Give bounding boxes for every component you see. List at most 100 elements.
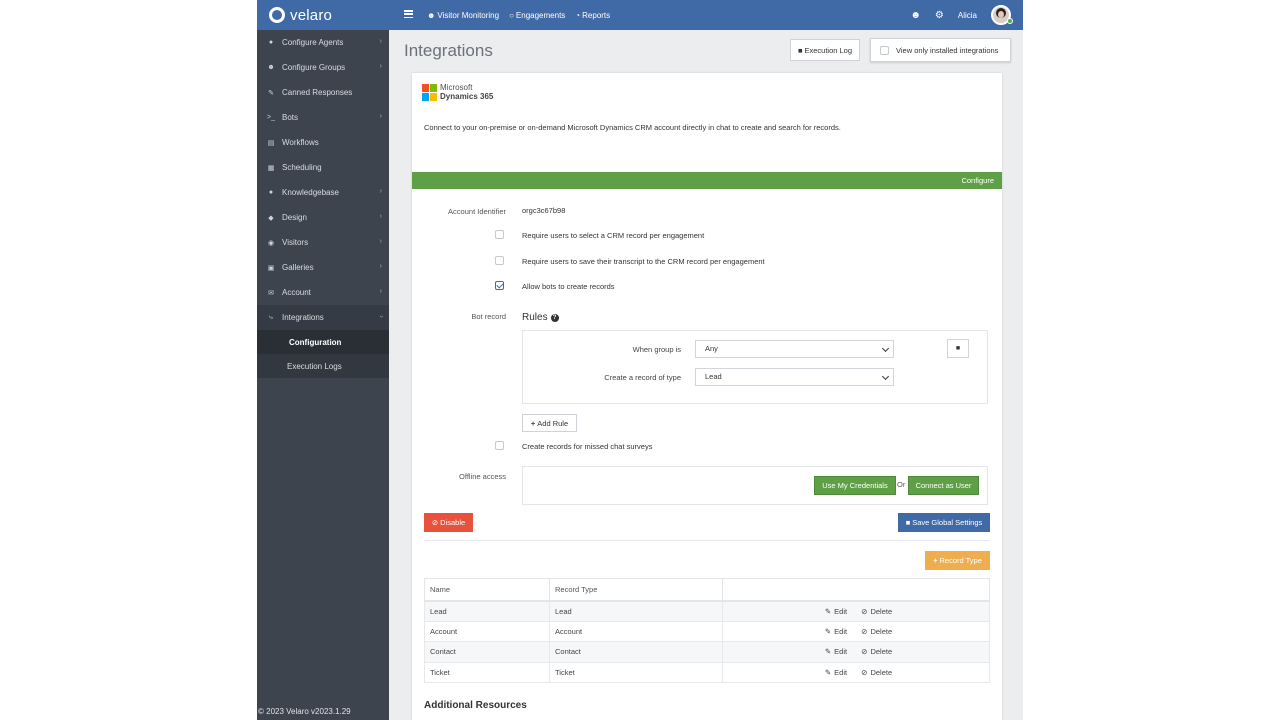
velaro-logo-icon <box>269 7 285 23</box>
nav-visitor-monitoring[interactable]: ☻ Visitor Monitoring <box>427 11 499 20</box>
pencil-icon: ✎ <box>824 667 832 677</box>
sidebar-item-configure-groups[interactable]: ☻ Configure Groups › <box>257 55 389 80</box>
top-right-controls: ☻ ⚙ Alicia <box>910 0 1011 30</box>
sidebar-item-design[interactable]: ◆ Design › <box>257 205 389 230</box>
users-icon: ☻ <box>267 64 275 71</box>
sidebar-subitem-configuration[interactable]: Configuration <box>257 330 389 354</box>
pencil-icon: ✎ <box>824 606 832 616</box>
team-icon[interactable]: ☻ <box>910 10 921 21</box>
integration-description: Connect to your on-premise or on-demand … <box>424 123 841 132</box>
keyboard-icon: ▤ <box>267 139 275 147</box>
eye-icon: ◉ <box>267 239 275 247</box>
top-bar: velaro ☻ Visitor Monitoring ○ Engagement… <box>257 0 1023 30</box>
allow-bots-checkbox[interactable] <box>495 281 504 290</box>
image-icon: ▣ <box>267 264 275 272</box>
edit-link[interactable]: ✎ Edit <box>825 607 847 616</box>
add-rule-button[interactable]: + Add Rule <box>522 414 577 432</box>
copyright-text: © 2023 Velaro v2023.1.29 <box>258 707 351 716</box>
table-row: Contact Contact ✎ Edit ⊘ Delete <box>424 641 990 663</box>
rule-type-select[interactable]: Lead <box>695 368 894 386</box>
configure-header[interactable]: Configure <box>412 172 1002 189</box>
table-row: Lead Lead ✎ Edit ⊘ Delete <box>424 600 990 622</box>
ban-icon: ⊘ <box>861 647 868 657</box>
view-installed-toggle[interactable]: View only installed integrations <box>870 38 1011 62</box>
gear-icon[interactable]: ⚙ <box>935 10 944 21</box>
row-type: Contact <box>549 641 723 663</box>
row-name: Ticket <box>424 661 550 683</box>
sidebar-subitem-execution-logs[interactable]: Execution Logs <box>257 354 389 378</box>
sidebar-item-configure-agents[interactable]: ● Configure Agents › <box>257 30 389 55</box>
user-name[interactable]: Alicia <box>958 11 977 20</box>
chat-icon: ○ <box>509 10 514 20</box>
edit-link[interactable]: ✎ Edit <box>825 668 847 677</box>
use-my-credentials-button[interactable]: Use My Credentials <box>814 476 896 495</box>
save-global-settings-button[interactable]: ■ Save Global Settings <box>898 513 990 532</box>
integrations-submenu: Configuration Execution Logs <box>257 330 389 378</box>
column-header-name: Name <box>424 578 550 602</box>
offline-access-box: Use My Credentials Or Connect as User <box>522 466 988 505</box>
delete-link[interactable]: ⊘ Delete <box>861 647 892 656</box>
sidebar-item-integrations[interactable]: ⤷ Integrations › <box>257 305 389 330</box>
lightbulb-icon: ● <box>268 189 274 196</box>
require-select-checkbox[interactable] <box>495 230 504 239</box>
delete-link[interactable]: ⊘ Delete <box>861 607 892 616</box>
online-status-icon <box>1007 18 1013 24</box>
bot-record-label: Bot record <box>471 312 506 321</box>
table-header-row: Name Record Type <box>424 578 990 602</box>
chevron-right-icon: › <box>379 263 382 270</box>
trash-icon: ■ <box>955 345 961 352</box>
disable-button[interactable]: ⊘ Disable <box>424 513 473 532</box>
brand-line2: Dynamics 365 <box>440 92 494 101</box>
additional-resources-heading: Additional Resources <box>424 700 527 711</box>
sidebar-item-canned-responses[interactable]: ✎ Canned Responses <box>257 80 389 105</box>
sidebar-item-galleries[interactable]: ▣ Galleries › <box>257 255 389 280</box>
chevron-right-icon: › <box>379 213 382 220</box>
calendar-icon: ▦ <box>267 164 275 172</box>
rule-group-label: When group is <box>632 345 681 354</box>
missed-surveys-checkbox[interactable] <box>495 441 504 450</box>
velaro-logo[interactable]: velaro <box>269 5 332 25</box>
plus-icon: + <box>933 556 938 565</box>
sidebar-item-knowledgebase[interactable]: ● Knowledgebase › <box>257 180 389 205</box>
rule-group-select[interactable]: Any <box>695 340 894 358</box>
delete-link[interactable]: ⊘ Delete <box>861 627 892 636</box>
pencil-icon: ✎ <box>824 626 832 636</box>
microsoft-dynamics-logo: Microsoft Dynamics 365 <box>422 83 493 101</box>
sidebar-item-visitors[interactable]: ◉ Visitors › <box>257 230 389 255</box>
sidebar-item-workflows[interactable]: ▤ Workflows <box>257 130 389 155</box>
sidebar-item-bots[interactable]: >_ Bots › <box>257 105 389 130</box>
sidebar-item-scheduling[interactable]: ▦ Scheduling <box>257 155 389 180</box>
require-save-checkbox[interactable] <box>495 256 504 265</box>
nav-engagements[interactable]: ○ Engagements <box>509 11 565 20</box>
nav-reports[interactable]: ◔ Reports <box>575 11 610 20</box>
row-name: Contact <box>424 641 550 663</box>
terminal-icon: >_ <box>267 114 275 121</box>
users-icon: ☻ <box>427 10 436 20</box>
add-record-type-button[interactable]: + Record Type <box>925 551 990 570</box>
delete-rule-button[interactable]: ■ <box>947 339 969 358</box>
view-installed-checkbox[interactable] <box>880 45 889 55</box>
ban-icon: ⊘ <box>861 626 868 636</box>
sidebar-item-account[interactable]: ✉ Account › <box>257 280 389 305</box>
page-title: Integrations <box>404 41 493 60</box>
question-circle-icon[interactable]: ? <box>550 313 559 322</box>
row-actions: ✎ Edit ⊘ Delete <box>722 641 990 663</box>
plus-icon: + <box>530 418 536 428</box>
rules-title: Rules ? <box>522 312 559 323</box>
account-identifier-label: Account Identifier <box>448 207 506 216</box>
pie-chart-icon: ◔ <box>575 10 581 20</box>
row-actions: ✎ Edit ⊘ Delete <box>722 600 990 622</box>
chevron-down-icon <box>881 372 890 381</box>
row-type: Account <box>549 620 723 642</box>
missed-surveys-label: Create records for missed chat surveys <box>522 442 653 451</box>
edit-link[interactable]: ✎ Edit <box>825 647 847 656</box>
rule-type-label: Create a record of type <box>604 373 681 382</box>
or-text: Or <box>897 480 906 489</box>
connect-as-user-button[interactable]: Connect as User <box>908 476 979 495</box>
top-nav: ☻ Visitor Monitoring ○ Engagements ◔ Rep… <box>427 0 610 30</box>
execution-log-button[interactable]: ■ Execution Log <box>790 39 860 61</box>
row-type: Ticket <box>549 661 723 683</box>
hamburger-menu-icon[interactable] <box>404 10 413 18</box>
edit-link[interactable]: ✎ Edit <box>825 627 847 636</box>
delete-link[interactable]: ⊘ Delete <box>861 668 892 677</box>
